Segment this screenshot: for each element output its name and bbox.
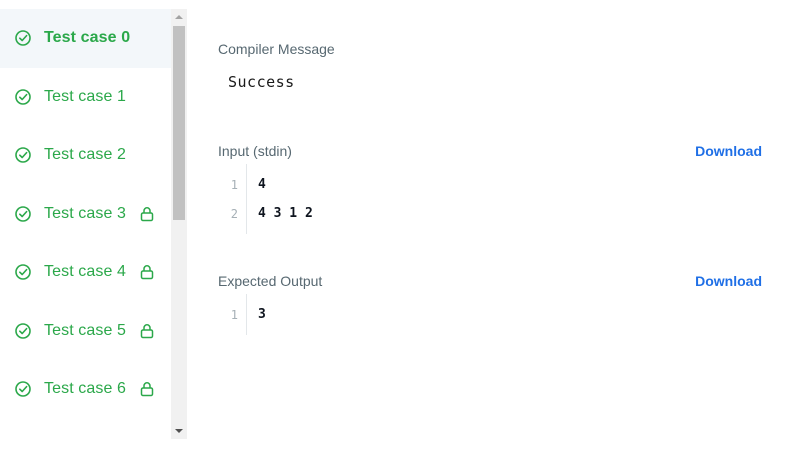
scroll-up-arrow-icon[interactable] bbox=[171, 9, 187, 25]
test-case-item-3[interactable]: Test case 3 bbox=[0, 185, 171, 244]
test-case-label: Test case 6 bbox=[44, 380, 127, 398]
code-line: 1 4 bbox=[218, 170, 313, 199]
input-label: Input (stdin) bbox=[218, 143, 292, 159]
input-code-block: 1 4 2 4 3 1 2 bbox=[218, 164, 313, 234]
test-case-label: Test case 3 bbox=[44, 204, 127, 222]
test-case-label: Test case 1 bbox=[44, 87, 127, 105]
code-text: 4 bbox=[258, 177, 266, 192]
check-circle-icon bbox=[14, 263, 32, 281]
test-case-label: Test case 0 bbox=[44, 29, 131, 47]
check-circle-icon bbox=[14, 322, 32, 340]
check-circle-icon bbox=[14, 205, 32, 223]
lock-icon bbox=[140, 323, 154, 339]
expected-output-download-link[interactable]: Download bbox=[695, 273, 762, 289]
line-number: 1 bbox=[230, 307, 238, 322]
check-circle-icon bbox=[14, 88, 32, 106]
check-circle-icon bbox=[14, 380, 32, 398]
code-line: 1 3 bbox=[218, 300, 266, 329]
test-case-item-5[interactable]: Test case 5 bbox=[0, 302, 171, 361]
compiler-message-text: Success bbox=[228, 73, 295, 91]
expected-output-code-block: 1 3 bbox=[218, 294, 266, 335]
test-case-label: Test case 2 bbox=[44, 146, 127, 164]
check-circle-icon bbox=[14, 146, 32, 164]
line-number: 1 bbox=[230, 177, 238, 192]
test-case-item-1[interactable]: Test case 1 bbox=[0, 68, 171, 127]
test-case-sidebar: Test case 0 Test case 1 Test case 2 Test… bbox=[0, 9, 187, 439]
test-case-item-2[interactable]: Test case 2 bbox=[0, 126, 171, 185]
test-case-label: Test case 4 bbox=[44, 263, 127, 281]
test-case-item-4[interactable]: Test case 4 bbox=[0, 243, 171, 302]
test-case-item-0[interactable]: Test case 0 bbox=[0, 9, 171, 68]
code-text: 4 3 1 2 bbox=[258, 206, 313, 221]
lock-icon bbox=[140, 264, 154, 280]
code-text: 3 bbox=[258, 307, 266, 322]
compiler-message-label: Compiler Message bbox=[218, 41, 335, 57]
line-number: 2 bbox=[230, 206, 238, 221]
expected-output-label: Expected Output bbox=[218, 273, 323, 289]
sidebar-scrollbar[interactable] bbox=[171, 9, 187, 439]
test-case-list: Test case 0 Test case 1 Test case 2 Test… bbox=[0, 9, 171, 419]
input-download-link[interactable]: Download bbox=[695, 143, 762, 159]
test-case-item-6[interactable]: Test case 6 bbox=[0, 360, 171, 419]
lock-icon bbox=[140, 206, 154, 222]
test-case-label: Test case 5 bbox=[44, 321, 127, 339]
scroll-down-arrow-icon[interactable] bbox=[171, 423, 187, 439]
lock-icon bbox=[140, 381, 154, 397]
check-circle-icon bbox=[14, 29, 32, 47]
scrollbar-thumb[interactable] bbox=[173, 26, 185, 220]
code-line: 2 4 3 1 2 bbox=[218, 199, 313, 228]
